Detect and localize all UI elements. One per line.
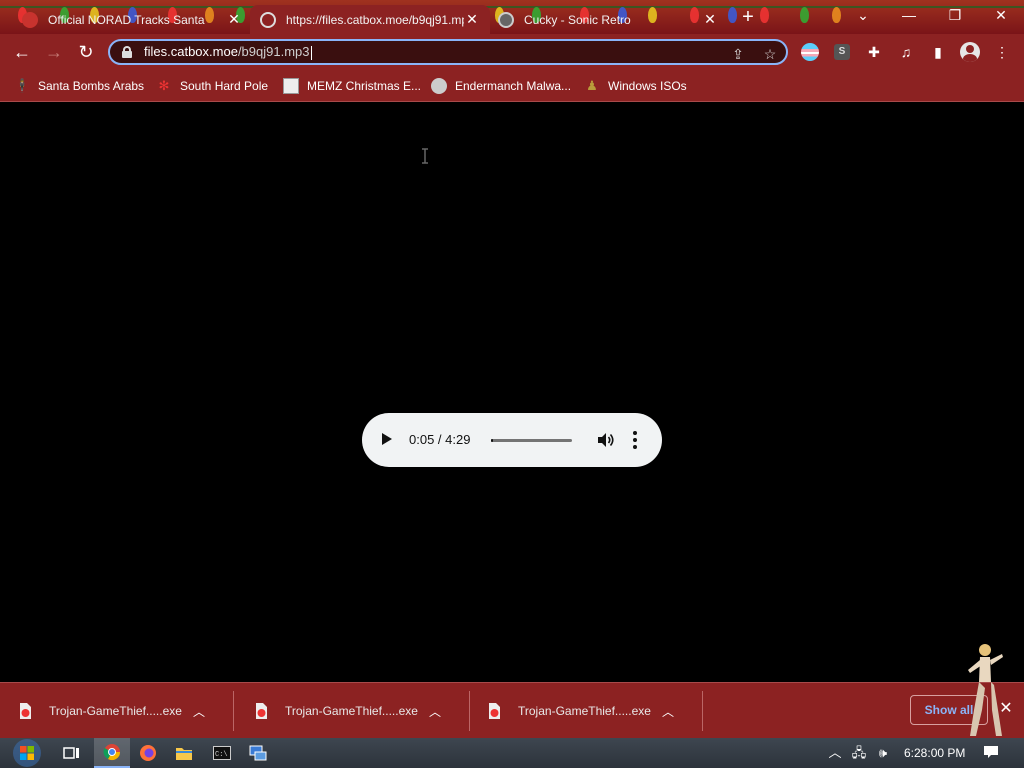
snowflake-icon: ✻ <box>158 78 170 93</box>
tab-catbox[interactable]: https://files.catbox.moe/b9qj91.mp3 ✕ <box>250 5 490 34</box>
close-tab-icon[interactable]: ✕ <box>226 11 242 28</box>
volume-tray-icon[interactable]: 🕪 <box>874 745 892 761</box>
url-text[interactable]: files.catbox.moe/b9qj91.mp3 <box>144 44 312 60</box>
download-filename: Trojan-GameThief.....exe <box>518 704 651 718</box>
media-control-icon[interactable]: ♫ <box>896 42 916 62</box>
bookmarks-bar: 🕴 Santa Bombs Arabs ✻ South Hard Pole ME… <box>0 70 1024 102</box>
tab-search-button[interactable]: ⌄ <box>848 4 878 26</box>
figure-icon: ♟ <box>586 78 598 93</box>
chrome-taskbar-icon[interactable] <box>94 738 130 768</box>
close-window-button[interactable]: ✕ <box>986 4 1016 26</box>
downloads-bar: Trojan-GameThief.....exe ︿ Trojan-GameTh… <box>0 682 1024 738</box>
light-bulb-icon <box>760 7 769 23</box>
tab-title: https://files.catbox.moe/b9qj91.mp3 <box>286 12 464 27</box>
new-tab-button[interactable]: + <box>738 7 758 27</box>
back-button[interactable]: ← <box>10 40 34 64</box>
download-item[interactable]: Trojan-GameThief.....exe ︿ <box>469 691 703 731</box>
tab-title: Official NORAD Tracks Santa <box>48 12 205 27</box>
santa-favicon-icon <box>22 11 38 28</box>
toolbar: ← → ↻ files.catbox.moe/b9qj91.mp3 ⇪ ☆ S … <box>0 34 1024 70</box>
download-item[interactable]: Trojan-GameThief.....exe ︿ <box>236 691 470 731</box>
close-tab-icon[interactable]: ✕ <box>464 11 480 28</box>
tab-sonic-retro[interactable]: Cucky - Sonic Retro ✕ <box>488 5 728 34</box>
url-path: /b9qj91.mp3 <box>237 44 310 60</box>
bookmark-star-icon[interactable]: ☆ <box>760 44 780 64</box>
chevron-up-icon[interactable]: ︿ <box>658 703 678 720</box>
task-view-icon[interactable] <box>54 738 90 768</box>
remote-desktop-taskbar-icon[interactable] <box>240 738 276 768</box>
url-domain: files.catbox.moe <box>144 44 238 60</box>
download-item[interactable]: Trojan-GameThief.....exe ︿ <box>0 691 234 731</box>
lock-icon[interactable] <box>122 46 132 58</box>
tab-strip: Official NORAD Tracks Santa ✕ https://fi… <box>0 0 1024 34</box>
globe-icon <box>260 11 276 28</box>
light-bulb-icon <box>728 7 737 23</box>
s-extension-icon[interactable]: S <box>834 44 850 60</box>
file-warning-icon <box>486 702 502 720</box>
file-warning-icon <box>17 702 33 720</box>
download-filename: Trojan-GameThief.....exe <box>285 704 418 718</box>
text-caret <box>310 45 312 60</box>
notifications-icon[interactable] <box>982 745 1000 761</box>
trans-flag-extension-icon[interactable] <box>801 43 819 61</box>
browser-window: Official NORAD Tracks Santa ✕ https://fi… <box>0 0 1024 738</box>
bookmark-south-hard-pole[interactable]: ✻ South Hard Pole <box>156 76 269 96</box>
side-panel-icon[interactable]: ▮ <box>928 42 948 62</box>
minimize-button[interactable]: — <box>894 4 924 26</box>
share-icon[interactable]: ⇪ <box>728 44 748 64</box>
more-options-icon[interactable] <box>632 431 638 449</box>
bookmark-santa-bombs-arabs[interactable]: 🕴 Santa Bombs Arabs <box>14 76 144 96</box>
seek-progress <box>491 439 493 442</box>
chevron-up-icon[interactable]: ︿ <box>189 703 209 720</box>
dancing-figure-sprite <box>968 644 1003 736</box>
audio-player[interactable]: 0:05 / 4:29 <box>362 413 662 467</box>
image-icon <box>283 78 299 94</box>
command-prompt-taskbar-icon[interactable]: C:\ <box>204 738 240 768</box>
restore-button[interactable]: ❐ <box>940 4 970 26</box>
light-bulb-icon <box>832 7 841 23</box>
play-icon[interactable] <box>382 433 392 445</box>
bookmark-label: Endermanch Malwa... <box>455 79 572 93</box>
file-warning-icon <box>253 702 269 720</box>
network-icon[interactable]: 🖧 <box>850 745 868 761</box>
show-hidden-icons-chevron-icon[interactable]: ︿ <box>826 745 844 761</box>
seek-bar[interactable] <box>491 439 572 442</box>
profile-avatar[interactable] <box>960 42 980 62</box>
volume-icon[interactable] <box>595 430 615 450</box>
reload-button[interactable]: ↻ <box>74 40 98 64</box>
extensions-puzzle-icon[interactable]: ✚ <box>864 42 884 62</box>
bookmark-endermanch-malware[interactable]: Endermanch Malwa... <box>431 76 571 96</box>
address-bar[interactable]: files.catbox.moe/b9qj91.mp3 ⇪ ☆ <box>108 39 788 65</box>
bookmark-windows-isos[interactable]: ♟ Windows ISOs <box>584 76 687 96</box>
bookmark-label: MEMZ Christmas E... <box>307 79 422 93</box>
windows-taskbar: C:\ ︿ 🖧 🕪 6:28:00 PM <box>0 738 1024 768</box>
bookmark-label: South Hard Pole <box>180 79 269 93</box>
playback-time: 0:05 / 4:29 <box>409 432 471 447</box>
forward-button[interactable]: → <box>42 40 66 64</box>
raccoon-icon <box>431 78 447 94</box>
system-clock[interactable]: 6:28:00 PM <box>904 746 965 760</box>
svg-text:C:\: C:\ <box>215 751 228 759</box>
close-tab-icon[interactable]: ✕ <box>702 11 718 28</box>
file-explorer-taskbar-icon[interactable] <box>166 738 202 768</box>
tab-title: Cucky - Sonic Retro <box>524 12 631 27</box>
windows-start-icon[interactable] <box>8 738 46 768</box>
light-bulb-icon <box>800 7 809 23</box>
tab-norad[interactable]: Official NORAD Tracks Santa ✕ <box>12 5 252 34</box>
download-filename: Trojan-GameThief.....exe <box>49 704 182 718</box>
page-content: 0:05 / 4:29 <box>0 103 1024 682</box>
firefox-taskbar-icon[interactable] <box>130 738 166 768</box>
sonic-retro-favicon-icon <box>498 11 514 28</box>
bookmark-memz-christmas[interactable]: MEMZ Christmas E... <box>283 76 421 96</box>
bookmark-label: Windows ISOs <box>608 79 687 93</box>
bookmark-label: Santa Bombs Arabs <box>38 79 145 93</box>
i-beam-cursor-icon <box>422 148 428 164</box>
figure-icon: 🕴 <box>14 78 31 93</box>
chevron-up-icon[interactable]: ︿ <box>425 703 445 720</box>
kebab-menu-icon[interactable]: ⋮ <box>992 42 1012 62</box>
